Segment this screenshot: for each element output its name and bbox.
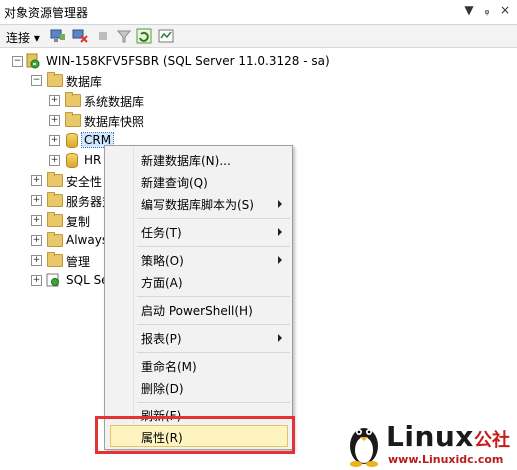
pin-icon[interactable]: ᵩ xyxy=(480,3,494,17)
expand-icon[interactable]: + xyxy=(49,115,60,126)
menu-separator xyxy=(137,246,290,247)
menu-item-tasks[interactable]: 任务(T) xyxy=(141,224,182,241)
watermark-logo: Linux 公社 www.Linuxidc.com xyxy=(350,416,512,468)
tree-label: SQL Se xyxy=(66,273,109,287)
database-icon xyxy=(66,153,78,168)
highlight-annotation-box xyxy=(95,416,295,454)
tree-label: 数据库 xyxy=(66,75,103,89)
submenu-arrow-icon xyxy=(278,334,282,342)
menu-item-script-database[interactable]: 编写数据库脚本为(S) xyxy=(141,196,254,213)
menu-separator xyxy=(137,352,290,353)
submenu-arrow-icon xyxy=(278,256,282,264)
menu-separator xyxy=(137,324,290,325)
folder-icon xyxy=(47,72,63,87)
menu-item-start-powershell[interactable]: 启动 PowerShell(H) xyxy=(141,302,253,319)
server-label: WIN-158KFV5FSBR (SQL Server 11.0.3128 - … xyxy=(46,54,330,68)
expand-icon[interactable]: + xyxy=(31,195,42,206)
menu-item-new-database[interactable]: 新建数据库(N)... xyxy=(141,152,231,169)
menu-separator xyxy=(137,218,290,219)
submenu-arrow-icon xyxy=(278,200,282,208)
server-icon xyxy=(26,53,40,69)
expand-icon[interactable]: + xyxy=(49,155,60,166)
expand-icon[interactable]: + xyxy=(31,215,42,226)
tree-label: 复制 xyxy=(66,215,91,229)
menu-item-delete[interactable]: 删除(D) xyxy=(141,380,184,397)
folder-icon xyxy=(47,172,63,187)
tree-label: Always xyxy=(66,233,109,247)
connect-server-icon[interactable] xyxy=(50,28,66,44)
folder-icon xyxy=(65,92,81,107)
menu-item-rename[interactable]: 重命名(M) xyxy=(141,358,197,375)
watermark-url: www.Linuxidc.com xyxy=(388,453,504,466)
expand-icon[interactable]: + xyxy=(31,175,42,186)
context-menu: 新建数据库(N)... 新建查询(Q) 编写数据库脚本为(S) 任务(T) 策略… xyxy=(104,145,293,450)
panel-title-bar: 对象资源管理器 ▼ ᵩ × xyxy=(0,0,517,25)
menu-separator xyxy=(137,296,290,297)
folder-icon xyxy=(47,212,63,227)
folder-icon xyxy=(65,112,81,127)
expand-icon[interactable]: + xyxy=(49,135,60,146)
folder-icon xyxy=(47,192,63,207)
tree-label: 系统数据库 xyxy=(84,95,145,109)
activity-monitor-icon[interactable] xyxy=(158,28,174,44)
menu-separator xyxy=(137,402,290,403)
submenu-arrow-icon xyxy=(278,228,282,236)
tree-label: 安全性 xyxy=(66,175,103,189)
refresh-icon[interactable] xyxy=(136,28,152,44)
menu-item-facets[interactable]: 方面(A) xyxy=(141,274,183,291)
database-icon xyxy=(66,133,78,148)
watermark-brand: Linux xyxy=(386,420,474,453)
folder-icon xyxy=(47,252,63,267)
tux-penguin-icon xyxy=(350,428,378,467)
expand-icon[interactable]: + xyxy=(31,275,42,286)
close-icon[interactable]: × xyxy=(498,3,512,17)
menu-item-policies[interactable]: 策略(O) xyxy=(141,252,184,269)
watermark-brand-cn: 公社 xyxy=(474,430,510,451)
tree-label: 数据库快照 xyxy=(84,115,145,129)
object-explorer-toolbar: 连接 ▾ xyxy=(0,25,517,48)
collapse-icon[interactable]: − xyxy=(31,75,42,86)
connect-button[interactable]: 连接 ▾ xyxy=(6,29,40,45)
dropdown-icon[interactable]: ▼ xyxy=(462,3,476,17)
folder-icon xyxy=(47,232,63,247)
stop-icon[interactable] xyxy=(95,28,111,44)
expand-icon[interactable]: + xyxy=(49,95,60,106)
tree-label: 管理 xyxy=(66,255,91,269)
sql-agent-icon xyxy=(46,273,59,287)
tree-label: HR xyxy=(84,153,102,167)
disconnect-server-icon[interactable] xyxy=(72,28,88,44)
menu-gutter xyxy=(105,146,134,449)
filter-icon[interactable] xyxy=(116,28,132,44)
menu-item-new-query[interactable]: 新建查询(Q) xyxy=(141,174,208,191)
expand-icon[interactable]: + xyxy=(31,235,42,246)
panel-title: 对象资源管理器 xyxy=(4,6,89,20)
collapse-icon[interactable]: − xyxy=(12,56,23,67)
expand-icon[interactable]: + xyxy=(31,255,42,266)
menu-item-reports[interactable]: 报表(P) xyxy=(141,330,182,347)
